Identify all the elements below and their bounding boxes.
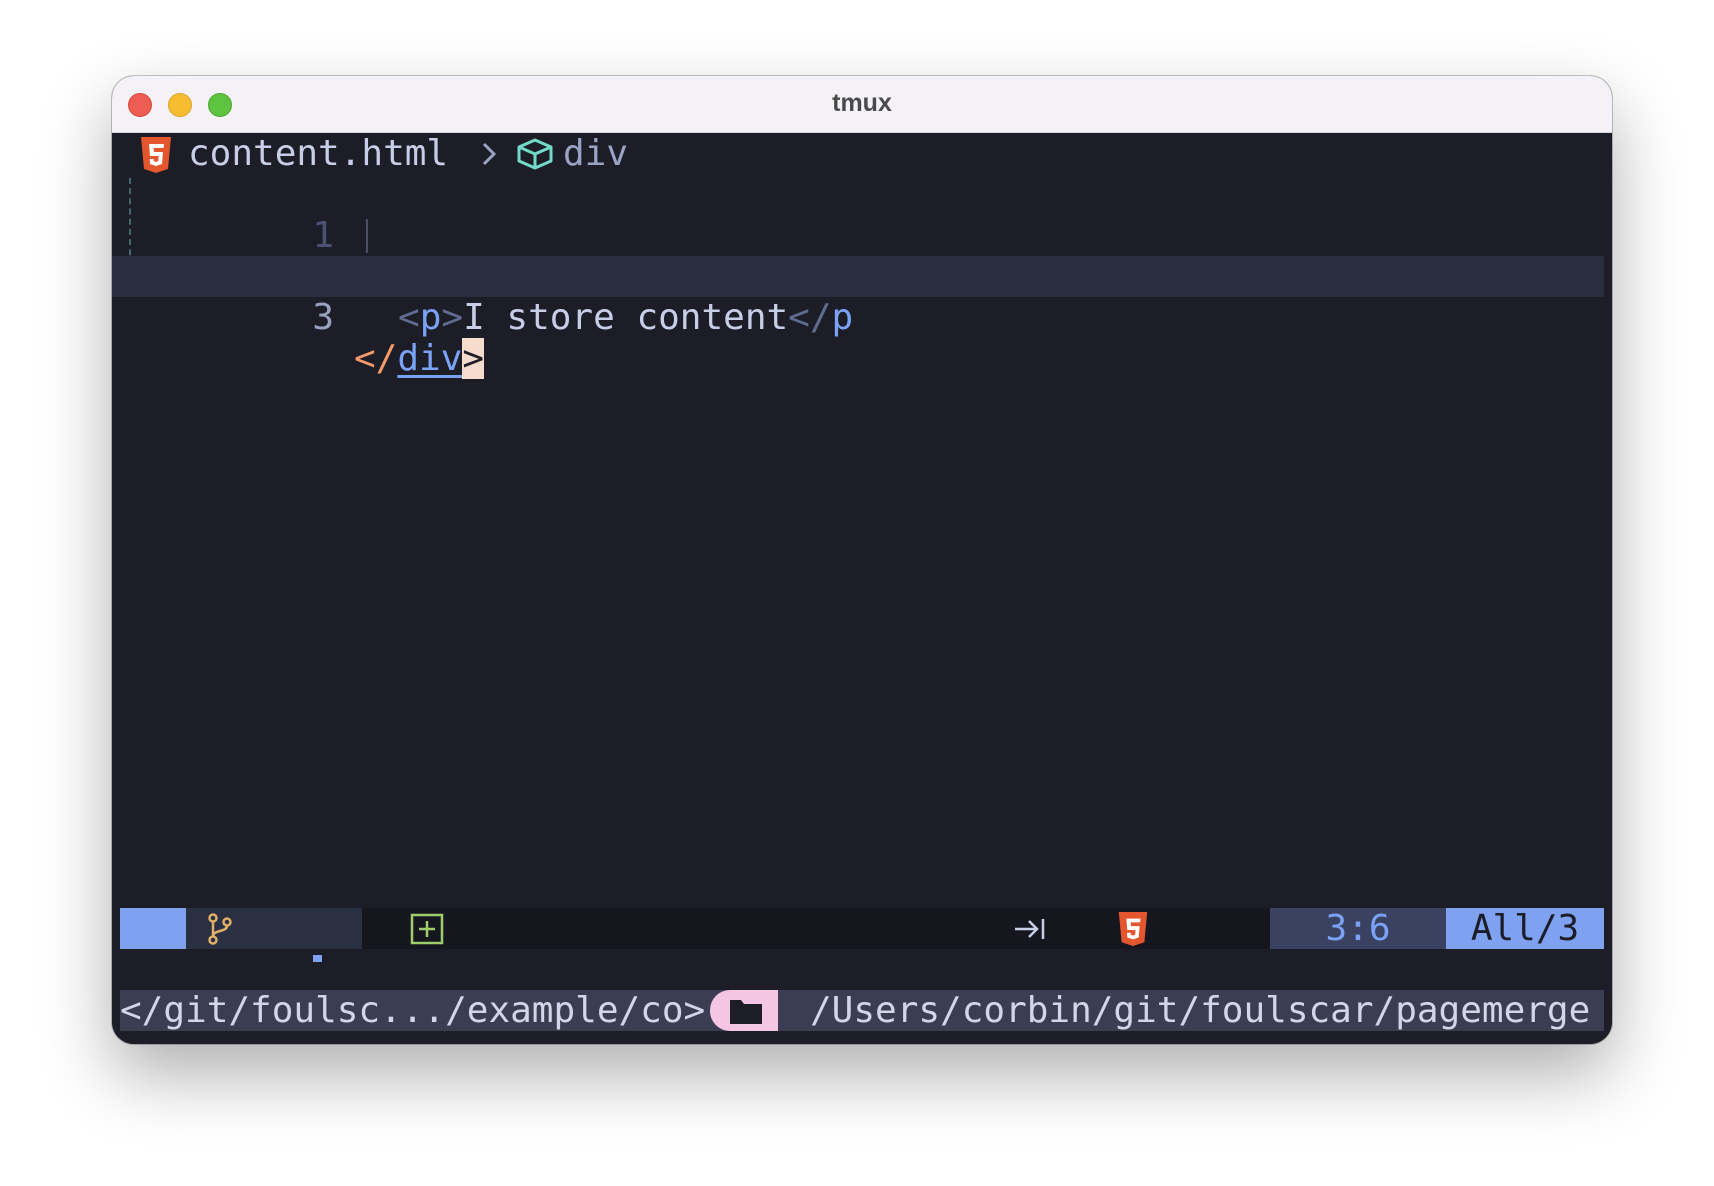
code-text: </div> [354, 338, 485, 379]
title-bar: tmux [112, 76, 1612, 133]
terminal-content[interactable]: content.html div 1 <div> 2 <p>I store co… [112, 133, 1612, 1044]
scroll-progress: All/3 [1446, 908, 1604, 949]
code-line[interactable]: 1 <div> [112, 174, 1612, 297]
plus-square-icon [410, 913, 444, 945]
filetype: html [1117, 908, 1290, 1031]
tmux-status-bar: </git/foulsc.../example/co> /Users/corbi… [120, 990, 1604, 1031]
git-branch-icon [208, 913, 232, 945]
tmux-left-path: </git/foulsc.../example/co> [120, 990, 706, 1031]
winbar-symbol[interactable]: div [563, 133, 628, 174]
tab-arrow-icon [1015, 919, 1045, 939]
code-text: <p>I store content</p [398, 297, 854, 338]
code-line-current[interactable]: 3 </div> [112, 256, 1604, 379]
chevron-right-icon [482, 142, 497, 166]
html5-icon [1118, 911, 1148, 947]
tmux-right-path: /Users/corbin/git/foulscar/pagemerge [810, 990, 1591, 1031]
git-branch: main [186, 908, 362, 1031]
winbar-filename[interactable]: content.html [188, 133, 448, 174]
statusline: main 3 2 html [120, 908, 1604, 1031]
diff-added: 3 [410, 908, 583, 1031]
mode-indicator [120, 908, 344, 985]
tmux-folder-segment [710, 990, 778, 1031]
cube-icon [517, 138, 553, 170]
text-cursor: > [462, 338, 485, 379]
html5-icon [141, 137, 171, 173]
code-line[interactable]: 2 <p>I store content</p [112, 215, 1612, 338]
window-title: tmux [832, 89, 892, 117]
line-number: 3 [312, 297, 334, 338]
cursor-position: 3:6 [1270, 908, 1446, 949]
folder-icon [730, 1000, 762, 1024]
winbar: content.html div [112, 133, 1612, 174]
terminal-window: tmux content.html div 1 <div> 2 <p>I sto [112, 76, 1612, 1044]
